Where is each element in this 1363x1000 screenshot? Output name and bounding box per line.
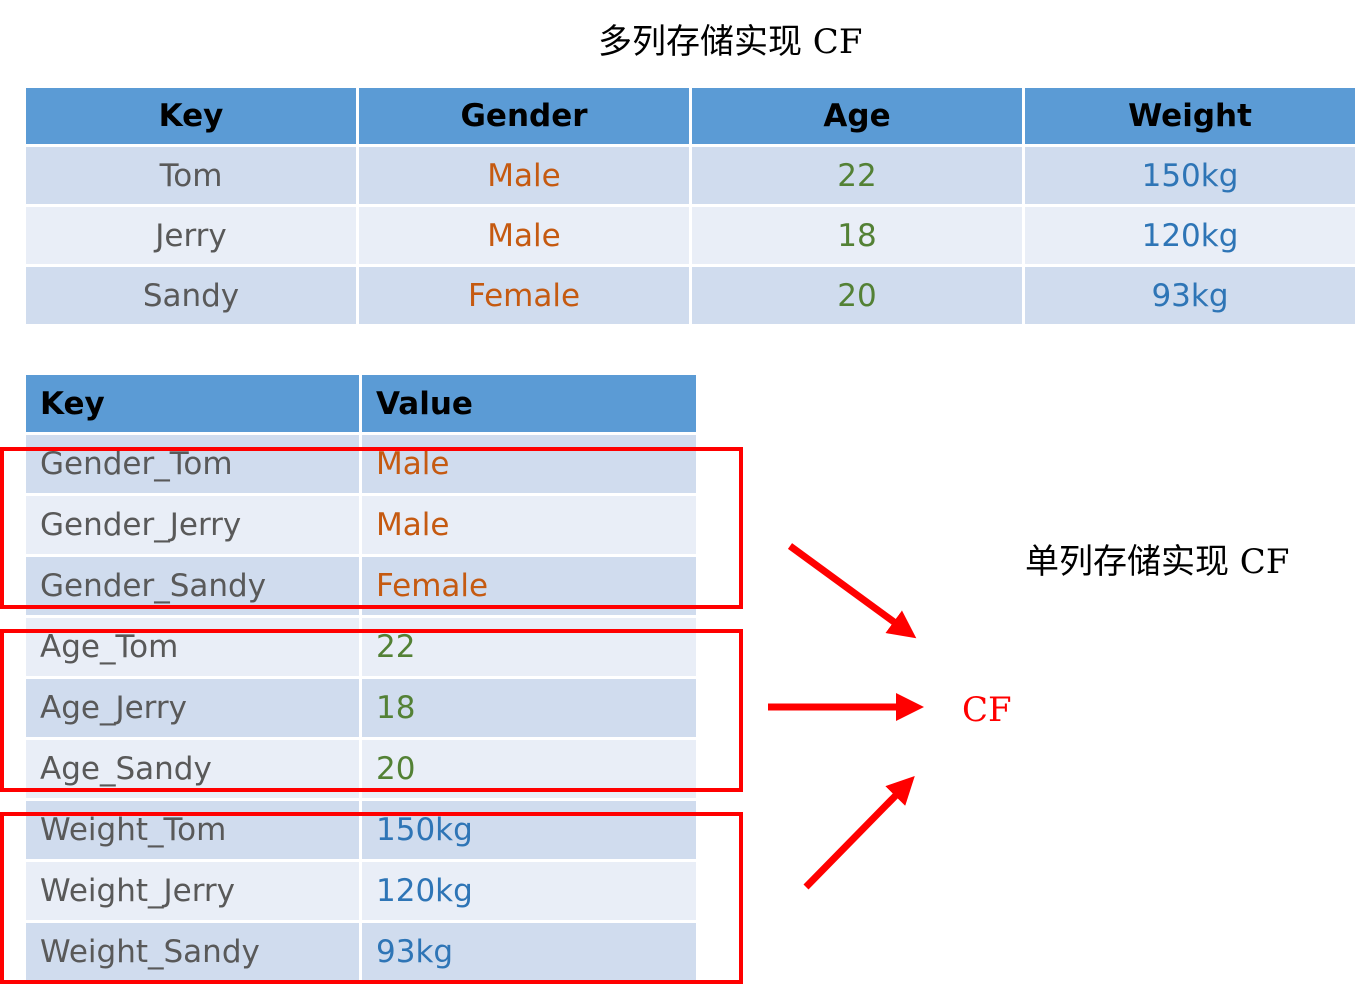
arrows-layer xyxy=(768,543,924,890)
single-column-title: 单列存储实现 CF xyxy=(1025,542,1290,582)
cf-label: CF xyxy=(962,690,1012,730)
arrow-gender-to-cf xyxy=(787,543,917,639)
arrow-weight-to-cf xyxy=(803,776,915,890)
